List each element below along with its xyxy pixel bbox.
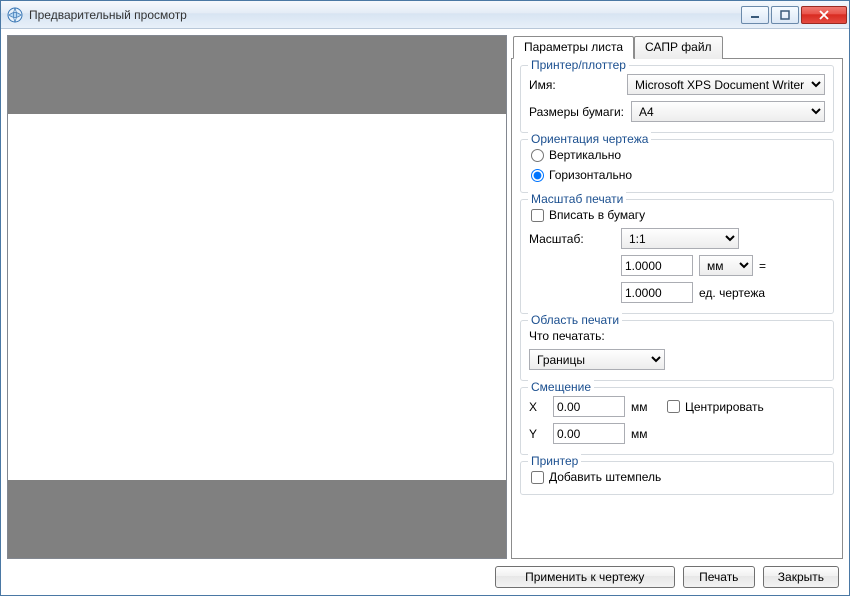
group-offset-legend: Смещение [528, 380, 594, 394]
side-panel: Параметры листа САПР файл Принтер/плотте… [511, 35, 843, 559]
titlebar: Предварительный просмотр [1, 1, 849, 29]
close-button[interactable] [801, 6, 847, 24]
window: Предварительный просмотр Параметры листа… [0, 0, 850, 596]
offset-x-input[interactable] [553, 396, 625, 417]
scale-paper-value[interactable] [621, 255, 693, 276]
preview-page [8, 114, 506, 479]
fit-to-paper[interactable]: Вписать в бумагу [529, 208, 645, 222]
what-to-print-label: Что печатать: [529, 329, 605, 343]
paper-size-label: Размеры бумаги: [529, 105, 625, 119]
close-dialog-button[interactable]: Закрыть [763, 566, 839, 588]
orientation-landscape-radio[interactable] [531, 169, 544, 182]
group-orientation: Ориентация чертежа Вертикально Горизонта… [520, 139, 834, 193]
preview-area [7, 35, 507, 559]
window-buttons [741, 6, 847, 24]
tab-content: Принтер/плоттер Имя: Microsoft XPS Docum… [511, 58, 843, 559]
center-checkbox[interactable] [667, 400, 680, 413]
body: Параметры листа САПР файл Принтер/плотте… [1, 29, 849, 559]
group-print-area: Область печати Что печатать: Границы [520, 320, 834, 381]
group-printer-legend: Принтер/плоттер [528, 58, 629, 72]
group-scale-legend: Масштаб печати [528, 192, 626, 206]
drawing-units-label: ед. чертежа [699, 286, 765, 300]
offset-x-unit: мм [631, 400, 659, 414]
tabs: Параметры листа САПР файл [511, 35, 843, 58]
footer: Применить к чертежу Печать Закрыть [1, 559, 849, 595]
window-title: Предварительный просмотр [29, 8, 741, 22]
equals-label: = [759, 259, 766, 273]
group-orientation-legend: Ориентация чертежа [528, 132, 651, 146]
apply-to-drawing-button[interactable]: Применить к чертежу [495, 566, 675, 588]
offset-y-input[interactable] [553, 423, 625, 444]
minimize-button[interactable] [741, 6, 769, 24]
offset-y-label: Y [529, 427, 547, 441]
group-scale: Масштаб печати Вписать в бумагу Масштаб:… [520, 199, 834, 314]
fit-to-paper-checkbox[interactable] [531, 209, 544, 222]
orientation-portrait-radio[interactable] [531, 149, 544, 162]
scale-select[interactable]: 1:1 [621, 228, 739, 249]
tab-sheet-params[interactable]: Параметры листа [513, 36, 634, 59]
scale-label: Масштаб: [529, 232, 615, 246]
offset-x-label: X [529, 400, 547, 414]
print-button[interactable]: Печать [683, 566, 755, 588]
group-stamp: Принтер Добавить штемпель [520, 461, 834, 495]
center-option[interactable]: Центрировать [665, 400, 825, 414]
scale-unit-select[interactable]: мм [699, 255, 753, 276]
add-stamp[interactable]: Добавить штемпель [529, 470, 661, 484]
printer-name-select[interactable]: Microsoft XPS Document Writer [627, 74, 825, 95]
scale-drawing-value[interactable] [621, 282, 693, 303]
tab-cad-file[interactable]: САПР файл [634, 36, 723, 59]
group-stamp-legend: Принтер [528, 454, 581, 468]
maximize-button[interactable] [771, 6, 799, 24]
orientation-portrait[interactable]: Вертикально [529, 148, 621, 162]
add-stamp-checkbox[interactable] [531, 471, 544, 484]
group-print-area-legend: Область печати [528, 313, 622, 327]
group-printer: Принтер/плоттер Имя: Microsoft XPS Docum… [520, 65, 834, 133]
app-icon [7, 7, 23, 23]
offset-y-unit: мм [631, 427, 659, 441]
what-to-print-select[interactable]: Границы [529, 349, 665, 370]
group-offset: Смещение X мм Центрировать Y мм [520, 387, 834, 455]
paper-size-select[interactable]: A4 [631, 101, 825, 122]
orientation-landscape[interactable]: Горизонтально [529, 168, 632, 182]
printer-name-label: Имя: [529, 78, 621, 92]
